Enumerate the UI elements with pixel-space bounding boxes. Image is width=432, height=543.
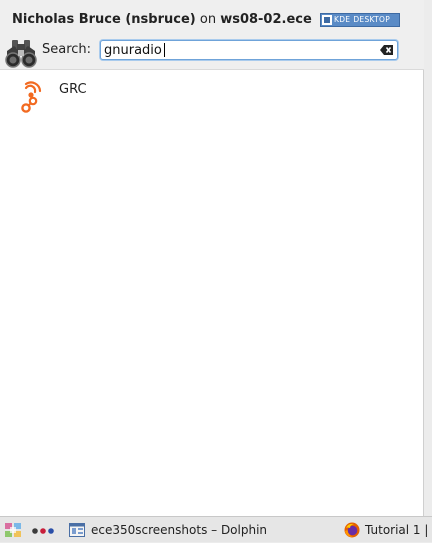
dolphin-icon xyxy=(69,523,85,537)
on-text: on xyxy=(199,12,217,27)
application-launcher: Nicholas Bruce (nsbruce) on ws08-02.ece … xyxy=(0,0,424,516)
pager-icon[interactable] xyxy=(32,528,54,534)
result-label: GRC xyxy=(59,82,87,97)
binoculars-icon xyxy=(5,40,37,68)
firefox-icon xyxy=(344,522,360,538)
taskbar: ece350screenshots – Dolphin Tutorial 1 | xyxy=(0,516,432,542)
task-firefox[interactable]: Tutorial 1 | xyxy=(342,517,432,543)
kde-logo-icon xyxy=(322,15,332,25)
task-dolphin[interactable]: ece350screenshots – Dolphin xyxy=(66,517,267,543)
result-item-grc[interactable]: GRC xyxy=(8,76,416,116)
clear-search-icon[interactable] xyxy=(380,44,394,56)
search-field[interactable] xyxy=(100,40,398,60)
search-input[interactable] xyxy=(104,41,374,59)
kde-desktop-badge: KDE DESKTOP xyxy=(320,13,400,27)
search-label: Search: xyxy=(42,42,92,57)
badge-desktop-text: DESKTOP xyxy=(353,15,391,24)
launcher-header: Nicholas Bruce (nsbruce) on ws08-02.ece … xyxy=(0,0,424,70)
user-name: Nicholas Bruce (nsbruce) xyxy=(12,12,196,27)
host-name: ws08-02.ece xyxy=(220,12,312,27)
task-label: Tutorial 1 | xyxy=(365,523,429,537)
application-menu-icon[interactable] xyxy=(4,522,22,538)
text-cursor xyxy=(164,43,165,57)
grc-icon xyxy=(21,81,42,113)
user-host-line: Nicholas Bruce (nsbruce) on ws08-02.ece xyxy=(12,11,316,29)
badge-kde-text: KDE xyxy=(334,15,351,24)
task-label: ece350screenshots – Dolphin xyxy=(91,523,268,537)
